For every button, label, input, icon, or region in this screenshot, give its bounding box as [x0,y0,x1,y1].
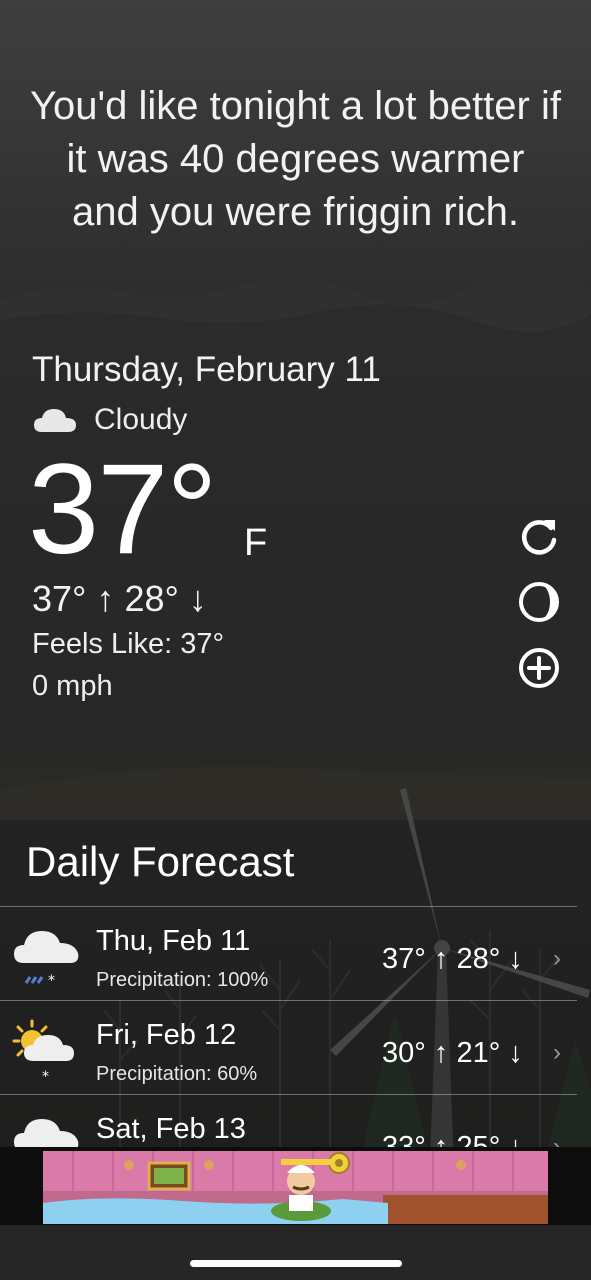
feels-like: Feels Like: 37° [32,628,225,660]
cloud-icon [34,409,76,432]
home-indicator[interactable] [190,1260,402,1267]
condition-row: Cloudy [32,400,187,440]
forecast-row-thu[interactable]: * Thu, Feb 11 Precipitation: 100% 37° ↑ … [0,907,577,1001]
current-temperature: 37° [28,438,218,581]
forecast-day: Sat, Feb 13 [96,1113,246,1145]
forecast-precipitation: Precipitation: 60% [96,1063,258,1085]
ad-banner[interactable] [43,1151,548,1224]
moon-icon [519,582,559,622]
temperature-unit: F [244,522,268,564]
forecast-row-fri[interactable]: * Fri, Feb 12 Precipitation: 60% 30° ↑ 2… [0,1001,577,1095]
forecast-day: Fri, Feb 12 [96,1019,237,1051]
current-date: Thursday, February 11 [32,350,381,389]
partly-sunny-snow-icon: * [12,1019,74,1085]
condition-label: Cloudy [94,403,188,436]
svg-text:*: * [48,973,55,989]
add-location-button[interactable] [517,646,561,690]
rain-snow-icon: * [14,931,79,989]
refresh-icon [522,520,557,555]
refresh-button[interactable] [517,514,561,558]
chevron-right-icon: › [553,1039,561,1066]
moon-phase-button[interactable] [517,580,561,624]
forecast-temps: 37° ↑ 28° ↓ [382,943,523,975]
forecast-day: Thu, Feb 11 [96,925,251,957]
home-area [0,1225,591,1280]
svg-text:*: * [42,1069,49,1085]
high-low-temps: 37° ↑ 28° ↓ [32,578,207,619]
forecast-temps: 30° ↑ 21° ↓ [382,1037,523,1069]
weather-quote: You'd like tonight a lot better if it wa… [30,84,561,234]
ad-image [43,1151,548,1224]
chevron-right-icon: › [553,945,561,972]
forecast-precipitation: Precipitation: 100% [96,969,269,991]
wind-speed: 0 mph [32,670,113,702]
forecast-title: Daily Forecast [26,838,295,885]
add-icon [519,648,559,688]
